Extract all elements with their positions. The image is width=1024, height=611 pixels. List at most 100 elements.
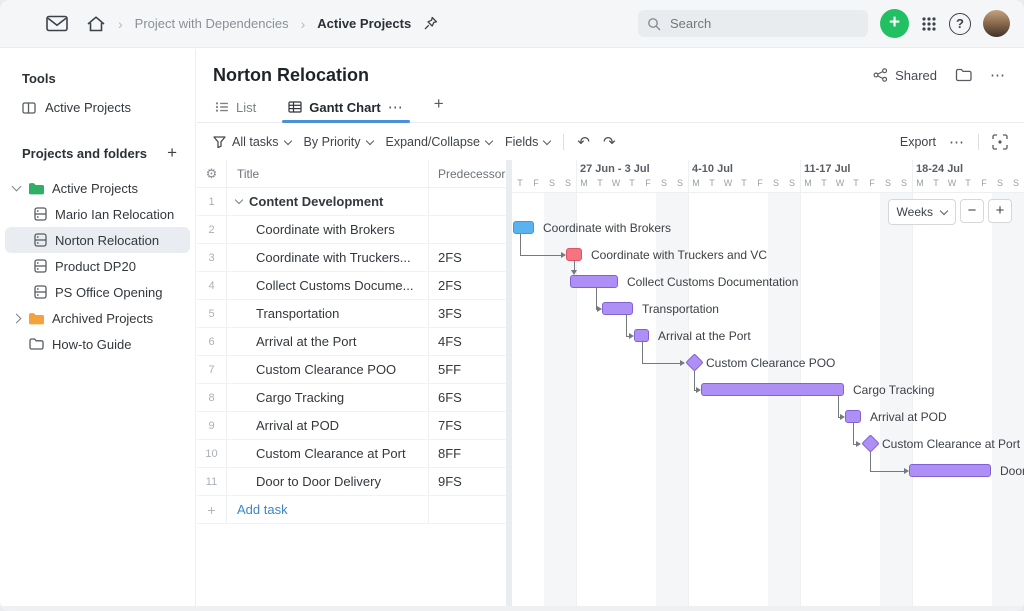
chevron-down-icon bbox=[940, 206, 948, 214]
sidebar-item-active-projects[interactable]: Active Projects bbox=[5, 175, 190, 201]
column-header-title[interactable]: Title bbox=[227, 160, 429, 187]
undo-icon[interactable]: ↶ bbox=[577, 133, 590, 151]
board-icon bbox=[22, 102, 36, 114]
task-bar-label: Custom Clearance at Port bbox=[882, 437, 1020, 451]
redo-icon[interactable]: ↷ bbox=[603, 133, 616, 151]
sidebar-tools-header: Tools bbox=[0, 63, 195, 94]
inbox-envelope-icon[interactable] bbox=[46, 15, 68, 32]
table-row-custom-clearance-poo[interactable]: 7Custom Clearance POO5FF bbox=[197, 356, 506, 384]
table-row-transportation[interactable]: 5Transportation3FS bbox=[197, 300, 506, 328]
folder-icon[interactable] bbox=[955, 68, 972, 82]
task-title-cell[interactable]: Custom Clearance POO bbox=[227, 356, 429, 383]
sidebar-item-archived-projects[interactable]: Archived Projects bbox=[5, 305, 190, 331]
table-row-collect-customs-docume[interactable]: 4Collect Customs Docume...2FS bbox=[197, 272, 506, 300]
row-number: 5 bbox=[197, 300, 227, 327]
dependency-line bbox=[870, 471, 904, 472]
task-title-cell[interactable]: Cargo Tracking bbox=[227, 384, 429, 411]
chevron-down-icon[interactable] bbox=[12, 182, 22, 192]
sidebar-item-active-projects-tool[interactable]: Active Projects bbox=[0, 94, 195, 121]
chevron-down-icon bbox=[543, 136, 551, 144]
breadcrumb-project[interactable]: Project with Dependencies bbox=[135, 16, 289, 31]
zoom-out-button[interactable]: − bbox=[960, 199, 984, 223]
week-gridline bbox=[688, 160, 689, 611]
help-icon[interactable]: ? bbox=[949, 13, 971, 35]
home-icon[interactable] bbox=[86, 15, 106, 33]
chevron-right-icon[interactable] bbox=[12, 313, 22, 323]
sidebar-item-mario-ian-relocation[interactable]: Mario Ian Relocation bbox=[5, 201, 190, 227]
apps-grid-icon[interactable] bbox=[921, 16, 937, 32]
task-bar-transportation[interactable] bbox=[602, 302, 633, 315]
task-bar-collect-customs-documentation[interactable] bbox=[570, 275, 618, 288]
more-menu-icon[interactable]: ⋯ bbox=[990, 66, 1006, 84]
create-new-button[interactable]: + bbox=[880, 9, 909, 38]
task-title-cell[interactable]: Coordinate with Truckers... bbox=[227, 244, 429, 271]
focus-snapshot-icon[interactable] bbox=[992, 134, 1008, 150]
table-row-coordinate-with-truckers[interactable]: 3Coordinate with Truckers...2FS bbox=[197, 244, 506, 272]
predecessor-cell bbox=[429, 188, 506, 215]
add-task-button[interactable]: Add task bbox=[237, 502, 288, 517]
day-letter: F bbox=[976, 178, 992, 188]
task-title-cell[interactable]: Coordinate with Brokers bbox=[227, 216, 429, 243]
task-bar-label: Cargo Tracking bbox=[853, 383, 934, 397]
toolbar-more-icon[interactable]: ⋯ bbox=[949, 133, 965, 151]
breadcrumb-current[interactable]: Active Projects bbox=[317, 16, 411, 31]
timescale-dropdown[interactable]: Weeks bbox=[888, 199, 956, 225]
task-bar-door-to-door-delivery[interactable] bbox=[909, 464, 991, 477]
task-title-cell[interactable]: Arrival at POD bbox=[227, 412, 429, 439]
gantt-canvas: Weeks − + TFSSMTWTFSSMTWTFSSMTWTFSSMTWTF… bbox=[512, 160, 1024, 611]
add-view-button[interactable]: + bbox=[434, 93, 444, 114]
search-box[interactable] bbox=[638, 10, 868, 37]
pin-icon[interactable] bbox=[423, 16, 438, 31]
day-letter: S bbox=[672, 178, 688, 188]
milestone-custom-clearance-at-port[interactable] bbox=[861, 434, 879, 452]
day-letter: S bbox=[656, 178, 672, 188]
table-row-arrival-at-pod[interactable]: 9Arrival at POD7FS bbox=[197, 412, 506, 440]
fields-dropdown[interactable]: Fields bbox=[505, 135, 550, 149]
tab-options-icon[interactable]: ⋯ bbox=[388, 98, 404, 116]
table-row-cargo-tracking[interactable]: 8Cargo Tracking6FS bbox=[197, 384, 506, 412]
fields-label: Fields bbox=[505, 135, 538, 149]
table-row-arrival-at-the-port[interactable]: 6Arrival at the Port4FS bbox=[197, 328, 506, 356]
zoom-in-button[interactable]: + bbox=[988, 199, 1012, 223]
group-dropdown[interactable]: By Priority bbox=[304, 135, 373, 149]
hamburger-menu-icon[interactable] bbox=[14, 17, 34, 31]
shared-button[interactable]: Shared bbox=[873, 68, 937, 83]
column-header-predecessors[interactable]: Predecessors bbox=[429, 160, 506, 187]
table-row-door-to-door-delivery[interactable]: 11Door to Door Delivery9FS bbox=[197, 468, 506, 496]
sidebar-item-ps-office-opening[interactable]: PS Office Opening bbox=[5, 279, 190, 305]
table-settings-gear-icon[interactable]: ⚙ bbox=[197, 160, 227, 187]
task-bar-coordinate-with-brokers[interactable] bbox=[513, 221, 534, 234]
search-input[interactable] bbox=[668, 15, 859, 32]
tab-gantt-chart[interactable]: Gantt Chart ⋯ bbox=[286, 93, 406, 121]
task-title-cell[interactable]: Arrival at the Port bbox=[227, 328, 429, 355]
task-bar-arrival-at-pod[interactable] bbox=[845, 410, 861, 423]
task-bar-arrival-at-the-port[interactable] bbox=[634, 329, 649, 342]
tab-list[interactable]: List bbox=[213, 93, 258, 121]
sidebar-item-product-dp20[interactable]: Product DP20 bbox=[5, 253, 190, 279]
sidebar-item-label: PS Office Opening bbox=[55, 285, 162, 300]
add-project-icon[interactable]: + bbox=[167, 143, 177, 163]
week-label: 4-10 Jul bbox=[692, 163, 733, 175]
chevron-down-icon[interactable] bbox=[235, 196, 243, 204]
task-bar-cargo-tracking[interactable] bbox=[701, 383, 844, 396]
breadcrumb-separator: › bbox=[118, 16, 123, 32]
task-title-cell[interactable]: Door to Door Delivery bbox=[227, 468, 429, 495]
table-row-content-development[interactable]: 1Content Development bbox=[197, 188, 506, 216]
task-title-cell[interactable]: Content Development bbox=[227, 188, 429, 215]
sidebar-item-norton-relocation[interactable]: Norton Relocation bbox=[5, 227, 190, 253]
export-button[interactable]: Export bbox=[900, 135, 936, 149]
row-number: 11 bbox=[197, 468, 227, 495]
sidebar-item-how-to-guide[interactable]: How-to Guide bbox=[5, 331, 190, 357]
expand-collapse-dropdown[interactable]: Expand/Collapse bbox=[386, 135, 493, 149]
table-row-custom-clearance-at-port[interactable]: 10Custom Clearance at Port8FF bbox=[197, 440, 506, 468]
table-row-coordinate-with-brokers[interactable]: 2Coordinate with Brokers bbox=[197, 216, 506, 244]
task-title-cell[interactable]: Transportation bbox=[227, 300, 429, 327]
add-task-row[interactable]: + Add task bbox=[197, 496, 506, 524]
filter-dropdown[interactable]: All tasks bbox=[213, 135, 291, 149]
row-number: 7 bbox=[197, 356, 227, 383]
task-title-cell[interactable]: Custom Clearance at Port bbox=[227, 440, 429, 467]
task-bar-coordinate-with-truckers-and-vc[interactable] bbox=[566, 248, 582, 261]
day-letter: S bbox=[1008, 178, 1024, 188]
user-avatar[interactable] bbox=[983, 10, 1010, 37]
task-title-cell[interactable]: Collect Customs Docume... bbox=[227, 272, 429, 299]
